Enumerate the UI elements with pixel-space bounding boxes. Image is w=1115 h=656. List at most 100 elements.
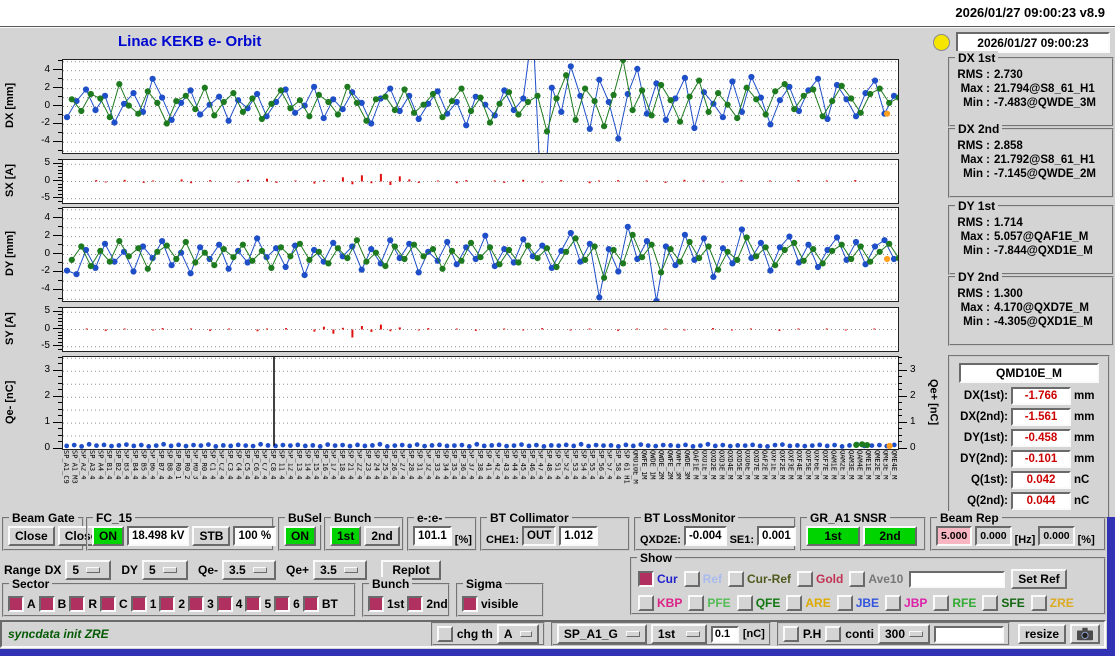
max-row: Max :21.794@S8_61_H1 — [960, 83, 1095, 95]
dx-axis-label: DX [mm] — [4, 82, 16, 129]
monitor-value: 0.044 — [1011, 492, 1071, 510]
bunch-order-select[interactable]: 1st — [650, 624, 707, 644]
bunch-1st-checkbox[interactable] — [368, 596, 384, 612]
show-cur-ref-checkbox[interactable] — [728, 571, 745, 587]
monitor-row: DY(2nd): -0.101 mm — [952, 450, 1106, 468]
sector-3-checkbox[interactable] — [188, 596, 205, 612]
show-rfe-checkbox[interactable] — [933, 595, 950, 611]
show-are-checkbox[interactable] — [786, 595, 803, 611]
sector-b-checkbox[interactable] — [38, 596, 55, 612]
group-title: BuSel — [285, 511, 326, 525]
rms-row: RMS :2.730 — [957, 69, 1023, 81]
monitor-row: Q(2nd): 0.044 nC — [952, 492, 1106, 510]
sector-6-checkbox[interactable] — [274, 596, 291, 612]
fc15-group: FC_15 ON 18.498 kV STB 100 % — [86, 511, 277, 551]
bunch-group: Bunch 1st 2nd — [324, 511, 404, 551]
resize-button[interactable]: resize — [1017, 624, 1066, 644]
source-select-group: SP_A1_G 1st [nC] — [550, 622, 771, 646]
gr-a1-1st-button[interactable]: 1st — [806, 526, 860, 546]
range-qep-select[interactable]: 3.5 — [313, 560, 368, 580]
show-qfe-checkbox[interactable] — [736, 595, 753, 611]
window-top-highlight — [0, 27, 1115, 28]
beam-rep-hz-unit: [Hz] — [1014, 534, 1036, 546]
show-jbp-checkbox[interactable] — [885, 595, 902, 611]
ee-ratio-display: 101.1 — [413, 526, 452, 546]
show-group: Show Cur Ref Cur-Ref Gold Ave10 Set Ref … — [630, 551, 1106, 615]
show-jbe-checkbox[interactable] — [836, 595, 853, 611]
show-row-1: Cur Ref Cur-Ref Gold Ave10 Set Ref — [638, 567, 1100, 591]
show-pfe-checkbox[interactable] — [688, 595, 705, 611]
sector-c-checkbox[interactable] — [100, 596, 117, 612]
optionmenu-indicator-icon — [162, 567, 177, 573]
bunch-select-group: Bunch 1st 2nd — [362, 577, 450, 617]
sector-bt-checkbox[interactable] — [302, 596, 319, 612]
desktop-bottom-strip — [0, 649, 1115, 656]
dy-2nd-stats-box: DY 2nd RMS :1.300 Max :4.170@QXD7E_M Min… — [948, 270, 1114, 346]
gr-a1-2nd-button[interactable]: 2nd — [863, 526, 917, 546]
chg-th-checkbox[interactable] — [436, 626, 453, 642]
conti-checkbox[interactable] — [825, 626, 842, 642]
stats-box-title: DY 2nd — [955, 270, 1003, 284]
show-kbp-checkbox[interactable] — [638, 595, 654, 611]
threshold-input[interactable] — [710, 625, 739, 643]
ph-checkbox[interactable] — [782, 626, 799, 642]
fc15-stb-button[interactable]: STB — [192, 526, 231, 546]
optionmenu-indicator-icon — [685, 631, 700, 637]
acquisition-group: P.H conti 300 — [776, 622, 1010, 646]
sector-5-checkbox[interactable] — [245, 596, 262, 612]
range-qem-select[interactable]: 3.5 — [222, 560, 277, 580]
bunch-1st-button[interactable]: 1st — [330, 526, 362, 546]
beam-gate-close-1-button[interactable]: Close — [8, 526, 55, 546]
spare-input[interactable] — [933, 625, 1004, 643]
ph-label: P.H — [802, 627, 822, 641]
monitor-row: DX(1st): -1.766 mm — [952, 387, 1106, 405]
camera-icon — [1077, 627, 1093, 641]
sigma-visible-checkbox[interactable] — [462, 596, 478, 612]
group-title: Beam Gate — [9, 511, 78, 525]
ref-name-input[interactable] — [909, 570, 1006, 588]
min-row: Min : -7.145@QWDE_2M — [963, 168, 1096, 180]
sector-r-checkbox[interactable] — [69, 596, 86, 612]
sector-4-checkbox[interactable] — [216, 596, 233, 612]
show-gold-checkbox[interactable] — [797, 571, 814, 587]
set-ref-button[interactable]: Set Ref — [1011, 569, 1067, 589]
sector-1-checkbox[interactable] — [130, 596, 147, 612]
stats-box-title: DX 1st — [955, 51, 999, 65]
range-dy-select[interactable]: 5 — [142, 560, 189, 580]
show-cur-checkbox[interactable] — [638, 571, 654, 587]
status-bar: syncdata init ZRE chg th A SP_A1_G 1st [… — [0, 620, 1106, 648]
qe-axis-ticks: 3210 — [18, 356, 62, 453]
chg-th-select[interactable]: A — [496, 624, 539, 644]
bt-collimator-group: BT Collimator CHE1: OUT 1.012 — [480, 511, 630, 551]
sector-a-checkbox[interactable] — [8, 596, 24, 612]
fc15-on-button[interactable]: ON — [92, 526, 124, 546]
max-row: Max :4.170@QXD7E_M — [960, 302, 1089, 314]
range-dx-select[interactable]: 5 — [65, 560, 112, 580]
sector-2-checkbox[interactable] — [159, 596, 176, 612]
bunch-2nd-checkbox[interactable] — [407, 596, 424, 612]
screenshot-button[interactable] — [1070, 624, 1100, 644]
desktop-right-strip — [1107, 517, 1115, 649]
dy-1st-stats-box: DY 1st RMS :1.714 Max :5.057@QAF1E_M Min… — [948, 199, 1114, 275]
fc15-kv-display: 18.498 kV — [127, 526, 190, 546]
bt-lossmonitor-group: BT LossMonitor QXD2E: -0.004 SE1: 0.001 — [634, 511, 796, 551]
interval-select[interactable]: 300 — [877, 624, 930, 644]
beam-rep-pct-unit: [%] — [1077, 534, 1095, 546]
qxd2e-label: QXD2E: — [640, 534, 681, 546]
sy-plot — [62, 307, 899, 352]
range-dy-label: DY — [121, 563, 139, 577]
beam-rep-set-display: 5.000 — [936, 526, 973, 546]
monitor-value: -1.561 — [1011, 408, 1071, 426]
qe-right-axis-ticks: 3210 — [898, 356, 924, 453]
stats-box-title: DX 2nd — [955, 122, 1003, 136]
busel-on-button[interactable]: ON — [284, 526, 316, 546]
sp-device-select[interactable]: SP_A1_G — [556, 624, 647, 644]
bunch-2nd-button[interactable]: 2nd — [364, 526, 400, 546]
sy-axis-ticks: 5 0 -5 — [18, 305, 62, 351]
show-zre-checkbox[interactable] — [1030, 595, 1047, 611]
show-sfe-checkbox[interactable] — [982, 595, 999, 611]
show-ref-checkbox[interactable] — [683, 571, 700, 587]
optionmenu-indicator-icon — [625, 631, 640, 637]
show-ave10-checkbox[interactable] — [849, 571, 866, 587]
desktop-clock: 2026/01/27 09:00:23 v8.9 — [955, 5, 1105, 20]
